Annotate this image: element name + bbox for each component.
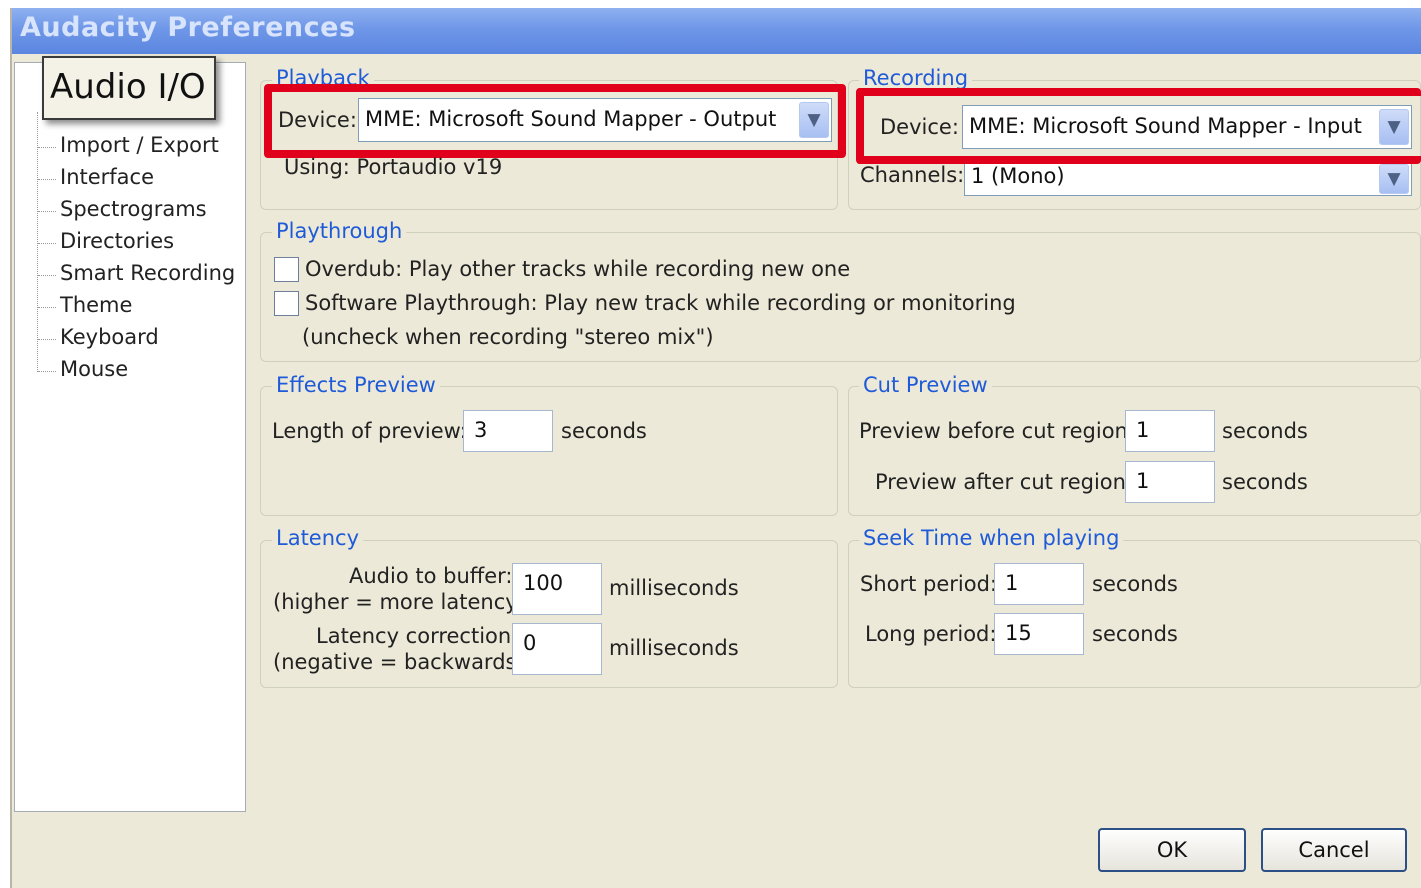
- buffer-unit: milliseconds: [609, 576, 739, 600]
- tree-item-interface[interactable]: Interface: [60, 165, 154, 189]
- short-period-value: 1: [1005, 571, 1019, 595]
- audio-buffer-value: 100: [523, 571, 564, 595]
- tree-item-spectrograms[interactable]: Spectrograms: [60, 197, 207, 221]
- cut-preview-title: Cut Preview: [859, 373, 992, 397]
- playback-using-label: Using: Portaudio v19: [284, 155, 503, 179]
- recording-title: Recording: [859, 66, 973, 90]
- tree-item-directories[interactable]: Directories: [60, 229, 174, 253]
- cancel-button[interactable]: Cancel: [1261, 828, 1407, 872]
- playthrough-title: Playthrough: [272, 219, 407, 243]
- tree-connector: [38, 147, 56, 148]
- playback-device-highlight: [264, 84, 846, 158]
- tree-connector: [38, 339, 56, 340]
- chevron-down-icon[interactable]: ▼: [1379, 164, 1409, 194]
- preview-length-value: 3: [474, 418, 488, 442]
- correction-label: Latency correction:: [316, 624, 519, 648]
- buffer-label: Audio to buffer:: [349, 564, 513, 588]
- tree-item-mouse[interactable]: Mouse: [60, 357, 128, 381]
- recording-channels-select[interactable]: 1 (Mono) ▼: [964, 160, 1412, 196]
- cut-before-value: 1: [1136, 418, 1150, 442]
- tree-connector: [38, 243, 56, 244]
- tree-connector: [38, 211, 56, 212]
- tree-item-smart-recording[interactable]: Smart Recording: [60, 261, 235, 285]
- preview-length-unit: seconds: [561, 419, 647, 443]
- tree-item-audio-io[interactable]: Audio I/O: [42, 56, 216, 120]
- correction-unit: milliseconds: [609, 636, 739, 660]
- recording-device-highlight: [856, 88, 1421, 164]
- cut-before-input[interactable]: 1: [1125, 410, 1215, 452]
- latency-correction-value: 0: [523, 631, 537, 655]
- cut-after-input[interactable]: 1: [1125, 461, 1215, 503]
- overdub-label[interactable]: Overdub: Play other tracks while recordi…: [305, 257, 850, 281]
- long-period-input[interactable]: 15: [994, 613, 1084, 655]
- latency-correction-input[interactable]: 0: [512, 623, 602, 675]
- tree-connector: [38, 307, 56, 308]
- cut-before-label: Preview before cut region:: [859, 419, 1135, 443]
- overdub-checkbox[interactable]: [274, 257, 299, 282]
- correction-sublabel: (negative = backwards): [273, 650, 525, 674]
- seek-time-group: [848, 540, 1421, 688]
- playthrough-note: (uncheck when recording "stereo mix"): [302, 325, 714, 349]
- cut-after-unit: seconds: [1222, 470, 1308, 494]
- recording-channels-value: 1 (Mono): [971, 164, 1065, 188]
- long-period-value: 15: [1005, 621, 1032, 645]
- tree-connector: [38, 275, 56, 276]
- cut-after-label: Preview after cut region:: [875, 470, 1134, 494]
- audio-buffer-input[interactable]: 100: [512, 563, 602, 615]
- short-period-input[interactable]: 1: [994, 563, 1084, 605]
- tree-connector: [37, 112, 38, 372]
- cut-after-value: 1: [1136, 469, 1150, 493]
- preview-length-label: Length of preview:: [272, 419, 467, 443]
- long-period-label: Long period:: [865, 622, 997, 646]
- tree-connector: [38, 371, 56, 372]
- cut-before-unit: seconds: [1222, 419, 1308, 443]
- software-playthrough-label[interactable]: Software Playthrough: Play new track whi…: [305, 291, 1016, 315]
- long-period-unit: seconds: [1092, 622, 1178, 646]
- preview-length-input[interactable]: 3: [463, 410, 553, 452]
- buffer-sublabel: (higher = more latency): [273, 590, 526, 614]
- software-playthrough-checkbox[interactable]: [274, 291, 299, 316]
- latency-title: Latency: [272, 526, 364, 550]
- short-period-label: Short period:: [860, 572, 998, 596]
- tree-item-keyboard[interactable]: Keyboard: [60, 325, 159, 349]
- ok-button[interactable]: OK: [1098, 828, 1246, 872]
- seek-time-title: Seek Time when playing: [859, 526, 1124, 550]
- tree-item-import-export[interactable]: Import / Export: [60, 133, 219, 157]
- recording-channels-label: Channels:: [860, 163, 965, 187]
- window-title: Audacity Preferences: [20, 12, 356, 43]
- tree-item-theme[interactable]: Theme: [60, 293, 132, 317]
- tree-connector: [38, 179, 56, 180]
- short-period-unit: seconds: [1092, 572, 1178, 596]
- effects-preview-title: Effects Preview: [272, 373, 440, 397]
